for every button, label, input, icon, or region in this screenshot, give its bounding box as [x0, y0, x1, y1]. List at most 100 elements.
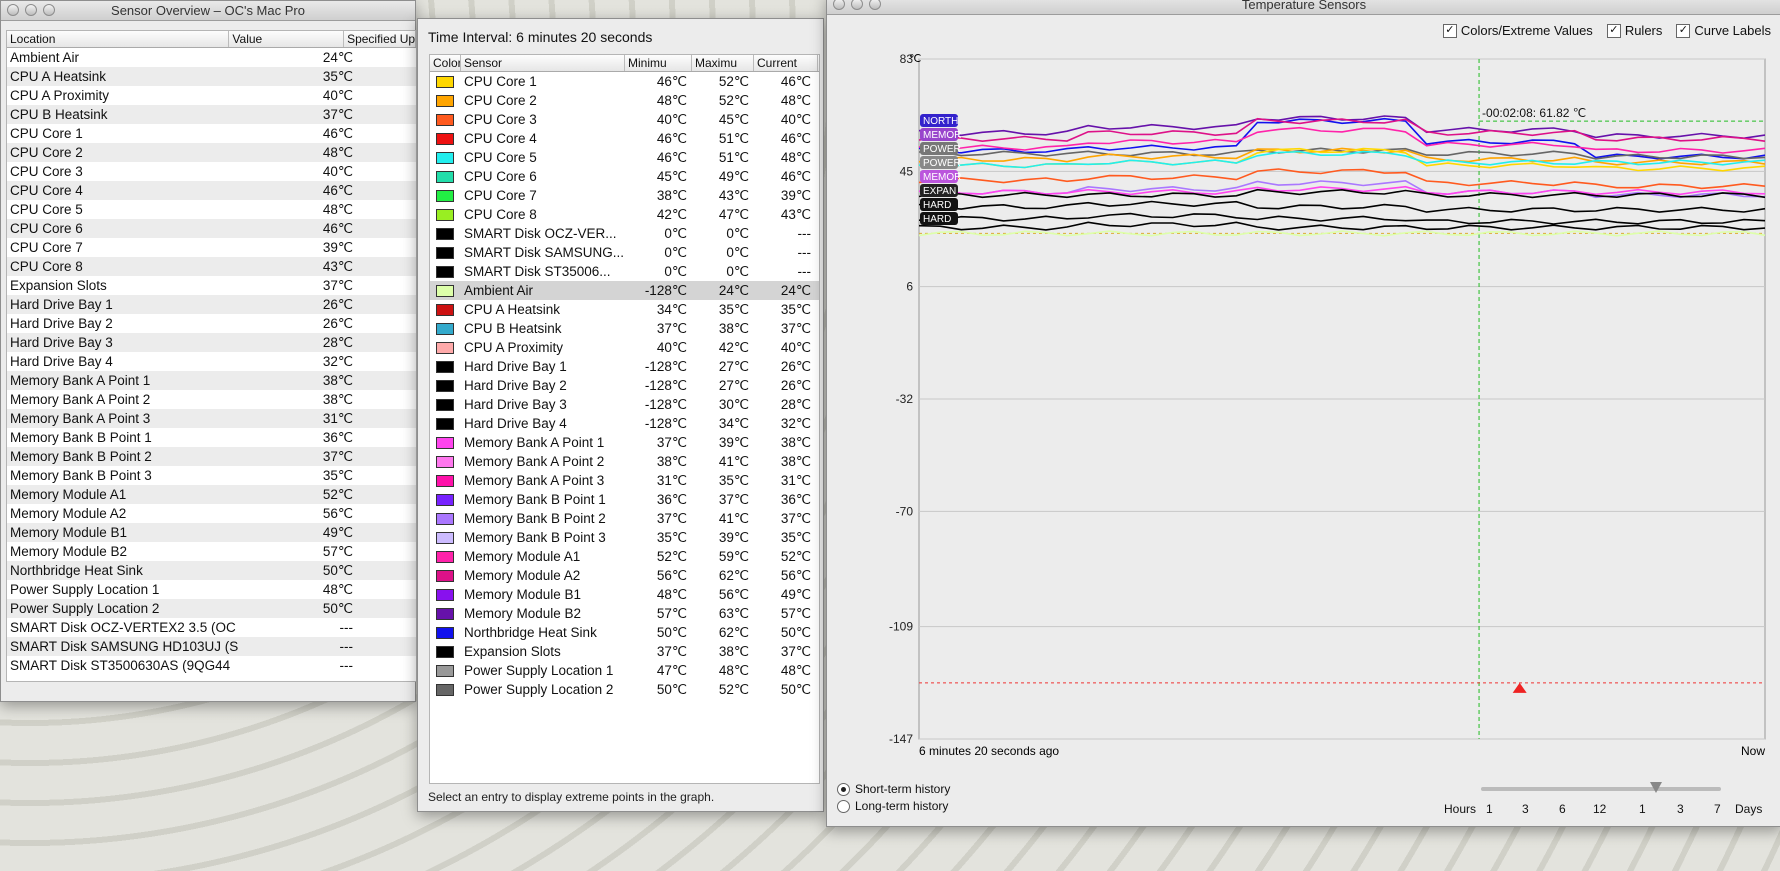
color-cell[interactable] [430, 205, 460, 224]
color-cell[interactable] [430, 623, 460, 642]
color-swatch[interactable] [436, 189, 454, 202]
colors-extreme-checkbox[interactable]: ✓ Colors/Extreme Values [1442, 23, 1593, 38]
overview-row[interactable]: Hard Drive Bay 3 28℃ [7, 333, 416, 352]
overview-titlebar[interactable]: Sensor Overview – OC's Mac Pro [1, 1, 415, 21]
overview-row[interactable]: Memory Bank B Point 3 35℃ [7, 466, 416, 485]
color-cell[interactable] [430, 490, 460, 509]
overview-row[interactable]: Hard Drive Bay 1 26℃ [7, 295, 416, 314]
overview-row[interactable]: CPU Core 7 39℃ [7, 238, 416, 257]
color-swatch[interactable] [436, 474, 454, 487]
temperature-chart[interactable]: 83456-32-70-109-147℃-00:02:08: 61.82 ℃NO… [827, 49, 1780, 769]
color-swatch[interactable] [436, 151, 454, 164]
sensor-row[interactable]: CPU Core 7 38℃ 43℃ 39℃ [430, 186, 819, 205]
color-cell[interactable] [430, 72, 460, 91]
minimize-button[interactable] [851, 0, 863, 10]
sensor-row[interactable]: Ambient Air -128℃ 24℃ 24℃ [430, 281, 819, 300]
color-swatch[interactable] [436, 379, 454, 392]
overview-row[interactable]: Memory Bank A Point 2 38℃ [7, 390, 416, 409]
color-cell[interactable] [430, 148, 460, 167]
color-cell[interactable] [430, 357, 460, 376]
color-cell[interactable] [430, 680, 460, 699]
overview-row[interactable]: Hard Drive Bay 4 32℃ [7, 352, 416, 371]
col-sensor[interactable]: Sensor [461, 55, 625, 71]
overview-row[interactable]: Ambient Air 24℃ [7, 48, 416, 67]
overview-row[interactable]: Memory Module A1 52℃ [7, 485, 416, 504]
col-maximum[interactable]: Maximu [692, 55, 754, 71]
color-swatch[interactable] [436, 550, 454, 563]
col-color[interactable]: Color [430, 55, 461, 71]
color-swatch[interactable] [436, 284, 454, 297]
overview-row[interactable]: Power Supply Location 2 50℃ [7, 599, 416, 618]
slider-knob[interactable] [1650, 782, 1662, 793]
color-cell[interactable] [430, 433, 460, 452]
color-cell[interactable] [430, 338, 460, 357]
sensor-row[interactable]: Memory Bank A Point 1 37℃ 39℃ 38℃ [430, 433, 819, 452]
col-minimum[interactable]: Minimu [625, 55, 692, 71]
color-cell[interactable] [430, 528, 460, 547]
overview-row[interactable]: CPU Core 8 43℃ [7, 257, 416, 276]
color-swatch[interactable] [436, 303, 454, 316]
zoom-button[interactable] [43, 4, 55, 16]
color-cell[interactable] [430, 642, 460, 661]
color-swatch[interactable] [436, 664, 454, 677]
color-cell[interactable] [430, 110, 460, 129]
sensor-row[interactable]: CPU Core 3 40℃ 45℃ 40℃ [430, 110, 819, 129]
overview-row[interactable]: CPU Core 3 40℃ [7, 162, 416, 181]
color-cell[interactable] [430, 452, 460, 471]
color-cell[interactable] [430, 91, 460, 110]
color-swatch[interactable] [436, 132, 454, 145]
sensor-row[interactable]: Memory Module B2 57℃ 63℃ 57℃ [430, 604, 819, 623]
color-swatch[interactable] [436, 531, 454, 544]
color-swatch[interactable] [436, 322, 454, 335]
color-cell[interactable] [430, 167, 460, 186]
color-cell[interactable] [430, 376, 460, 395]
curve-labels-checkbox[interactable]: ✓ Curve Labels [1676, 23, 1771, 38]
overview-row[interactable]: Memory Bank B Point 1 36℃ [7, 428, 416, 447]
color-swatch[interactable] [436, 398, 454, 411]
color-cell[interactable] [430, 585, 460, 604]
sensor-row[interactable]: SMART Disk OCZ-VER... 0℃ 0℃ --- [430, 224, 819, 243]
sensor-row[interactable]: Memory Module A1 52℃ 59℃ 52℃ [430, 547, 819, 566]
color-cell[interactable] [430, 395, 460, 414]
color-swatch[interactable] [436, 341, 454, 354]
color-cell[interactable] [430, 604, 460, 623]
overview-row[interactable]: CPU Core 4 46℃ [7, 181, 416, 200]
color-swatch[interactable] [436, 569, 454, 582]
rulers-checkbox[interactable]: ✓ Rulers [1606, 23, 1662, 38]
sensor-row[interactable]: Memory Module A2 56℃ 62℃ 56℃ [430, 566, 819, 585]
color-cell[interactable] [430, 471, 460, 490]
sensor-row[interactable]: Power Supply Location 2 50℃ 52℃ 50℃ [430, 680, 819, 699]
close-button[interactable] [7, 4, 19, 16]
color-swatch[interactable] [436, 493, 454, 506]
color-cell[interactable] [430, 509, 460, 528]
color-swatch[interactable] [436, 607, 454, 620]
overview-row[interactable]: Northbridge Heat Sink 50℃ [7, 561, 416, 580]
sensor-row[interactable]: Hard Drive Bay 1 -128℃ 27℃ 26℃ [430, 357, 819, 376]
sensor-row[interactable]: CPU A Proximity 40℃ 42℃ 40℃ [430, 338, 819, 357]
overview-row[interactable]: CPU A Heatsink 35℃ [7, 67, 416, 86]
color-swatch[interactable] [436, 208, 454, 221]
color-cell[interactable] [430, 262, 460, 281]
overview-row[interactable]: CPU Core 6 46℃ [7, 219, 416, 238]
overview-row[interactable]: CPU A Proximity 40℃ [7, 86, 416, 105]
color-cell[interactable] [430, 319, 460, 338]
short-term-radio[interactable]: Short-term history [837, 782, 950, 796]
close-button[interactable] [833, 0, 845, 10]
col-current[interactable]: Current [754, 55, 818, 71]
overview-row[interactable]: SMART Disk ST3500630AS (9QG44 --- [7, 656, 416, 675]
sensor-row[interactable]: SMART Disk ST35006... 0℃ 0℃ --- [430, 262, 819, 281]
overview-table[interactable]: Location Value Specified Up Ambient Air 2… [6, 30, 417, 682]
color-cell[interactable] [430, 414, 460, 433]
col-value[interactable]: Value [229, 31, 345, 47]
sensor-row[interactable]: Northbridge Heat Sink 50℃ 62℃ 50℃ [430, 623, 819, 642]
color-swatch[interactable] [436, 94, 454, 107]
overview-row[interactable]: SMART Disk OCZ-VERTEX2 3.5 (OC --- [7, 618, 416, 637]
color-swatch[interactable] [436, 588, 454, 601]
color-swatch[interactable] [436, 436, 454, 449]
color-cell[interactable] [430, 186, 460, 205]
color-swatch[interactable] [436, 75, 454, 88]
sensor-row[interactable]: Expansion Slots 37℃ 38℃ 37℃ [430, 642, 819, 661]
color-cell[interactable] [430, 547, 460, 566]
sensor-row[interactable]: CPU Core 8 42℃ 47℃ 43℃ [430, 205, 819, 224]
overview-row[interactable]: Memory Bank A Point 1 38℃ [7, 371, 416, 390]
